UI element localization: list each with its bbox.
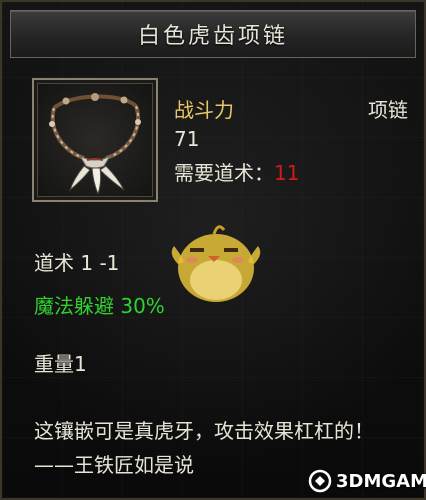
taoism-stat: 道术 1 -1 [34,251,120,275]
site-watermark: 3DMGAME [308,466,426,496]
item-tooltip-panel: 白色虎齿项链 战斗力 项链 71 需要道术：11 道术 1 -1 魔法躲避 30… [0,0,426,500]
3dm-logo-icon [308,469,332,493]
combat-power-label: 战斗力 [174,98,234,122]
magic-evade-stat: 魔法躲避 30% [34,294,165,318]
watermark-text: 3DMGAME [336,470,426,492]
weight-stat: 重量1 [34,352,87,376]
item-icon-slot[interactable] [32,78,158,202]
combat-power-value: 71 [174,127,200,151]
requirement-value: 11 [274,161,300,185]
item-title: 白色虎齿项链 [137,24,288,49]
item-type-label: 项链 [368,98,408,122]
requirement-label: 需要道术： [174,161,274,185]
yellow-chick-mascot [171,225,261,302]
tooltip-title-bar: 白色虎齿项链 [10,10,416,58]
tiger-tooth-necklace-icon [49,93,141,194]
requirement-row: 需要道术：11 [174,157,299,186]
